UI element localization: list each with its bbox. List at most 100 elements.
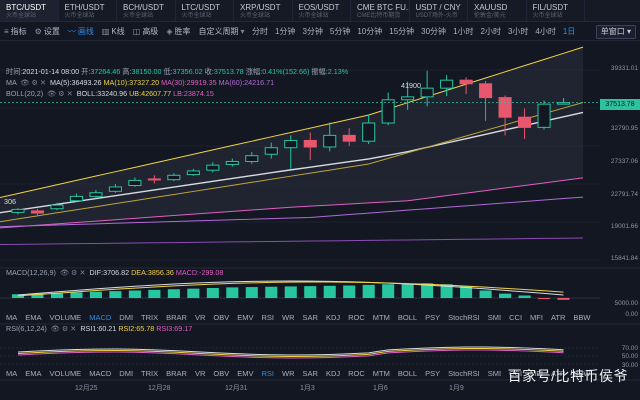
indicator-tab[interactable]: EMV xyxy=(233,369,257,378)
symbol-tab[interactable]: EOS/USDT 火币全球站 xyxy=(293,0,351,21)
symbol-tab[interactable]: CME BTC FU... CME比特币期货 xyxy=(351,0,410,21)
indicator-tab[interactable]: KDJ xyxy=(322,313,344,322)
symbol-tab[interactable]: BTC/USDT 火币全球站 xyxy=(0,0,59,21)
timeframe-tab[interactable]: 5分钟 xyxy=(326,23,353,41)
timeframe-tab[interactable]: 1日 xyxy=(559,23,578,41)
indicator-tab[interactable]: EMA xyxy=(21,313,45,322)
indicator-tab[interactable]: KDJ xyxy=(322,369,344,378)
symbol-tab[interactable]: XAUUSD 伦敦金/美元 xyxy=(468,0,527,21)
indicator-tab[interactable]: EMV xyxy=(233,313,257,322)
timeframe-tab[interactable]: 1小时 xyxy=(450,23,477,41)
symbol-tab[interactable]: BCH/USDT 火币全球站 xyxy=(117,0,176,21)
kline-button[interactable]: ▥ K线 xyxy=(98,23,129,41)
symbol-tab-name: CME BTC FU... xyxy=(357,3,410,12)
draw-line-button[interactable]: 〰画线 xyxy=(64,23,98,41)
indicator-tab[interactable]: MA xyxy=(2,313,21,322)
indicator-tab[interactable]: BOLL xyxy=(394,313,421,322)
indicator-tab[interactable]: MA xyxy=(2,369,21,378)
symbol-tab-exchange: 火币全球站 xyxy=(298,13,329,19)
timeframe-tab[interactable]: 3分钟 xyxy=(299,23,326,41)
indicator-tab[interactable]: BRAR xyxy=(162,369,191,378)
indicator-tab[interactable]: WR xyxy=(278,369,299,378)
settings-button[interactable]: ⚙ 设置 xyxy=(31,23,64,41)
indicator-tab[interactable]: BOLL xyxy=(394,369,421,378)
timeframe-tab[interactable]: 4小时 xyxy=(532,23,559,41)
candle-body xyxy=(459,79,473,85)
layout-select[interactable]: 单窗口 ▾ xyxy=(595,25,636,39)
indicator-tab[interactable]: CCI xyxy=(505,313,526,322)
symbol-tab[interactable]: XRP/USDT 火币全球站 xyxy=(234,0,293,21)
indicator-tab[interactable]: MFI xyxy=(526,313,547,322)
indicator-tab[interactable]: VR xyxy=(191,313,209,322)
timeframe-tab[interactable]: 15分钟 xyxy=(386,23,418,41)
symbol-tab[interactable]: FIL/USDT 火币全球站 xyxy=(527,0,585,21)
candle-body xyxy=(381,99,395,124)
indicator-tab[interactable]: MACD xyxy=(85,369,115,378)
indicator-tab[interactable]: VOLUME xyxy=(46,313,86,322)
indicator-tab[interactable]: EMA xyxy=(21,369,45,378)
indicator-tab[interactable]: MTM xyxy=(369,313,394,322)
indicator-tab[interactable]: VR xyxy=(191,369,209,378)
macd-bar xyxy=(167,289,180,298)
indicator-tab[interactable]: SMI xyxy=(484,313,505,322)
indicator-tab[interactable]: SAR xyxy=(299,369,322,378)
candle-body xyxy=(167,174,181,181)
indicator-tab[interactable]: DMI xyxy=(115,313,137,322)
indicator-tab[interactable]: StochRSI xyxy=(444,369,484,378)
symbol-tabs: BTC/USDT 火币全球站 ETH/USDT 火币全球站 BCH/USDT 火币全球站 L… xyxy=(0,0,640,22)
indicators-button[interactable]: ≡ 指标 xyxy=(0,23,31,41)
indicator-tabs-bottom: MA EMA VOLUME MACD DMI TRIX BRAR VR OBV EMV RSI WR S… xyxy=(2,369,595,378)
indicator-tab[interactable]: DMI xyxy=(115,369,137,378)
timeframe-tab[interactable]: 10分钟 xyxy=(354,23,386,41)
settings-icon: ⚙ xyxy=(34,27,42,36)
indicator-tab[interactable]: TRIX xyxy=(137,313,162,322)
indicator-tab[interactable]: MTM xyxy=(369,369,394,378)
indicator-tab[interactable]: StochRSI xyxy=(444,313,484,322)
macd-bar xyxy=(109,291,122,298)
symbol-tab[interactable]: ETH/USDT 火币全球站 xyxy=(59,0,117,21)
indicator-tab[interactable]: PSY xyxy=(421,369,444,378)
symbol-tab[interactable]: LTC/USDT 火币全球站 xyxy=(176,0,234,21)
symbol-tab-name: XAUUSD xyxy=(474,3,508,12)
indicator-tab[interactable]: OBV xyxy=(209,313,233,322)
boll-info: BOLL(20,2) 👁 ⚙ ✕ BOLL:33240.96 UB:42607.… xyxy=(6,89,214,98)
win-rate-button[interactable]: ◈ 胜率 xyxy=(162,23,194,41)
indicator-tab[interactable]: VOLUME xyxy=(46,369,86,378)
indicator-tab[interactable]: ATR xyxy=(547,313,569,322)
indicator-tab[interactable]: ROC xyxy=(344,369,369,378)
indicator-tab[interactable]: MACD xyxy=(85,313,115,322)
timeframe-tab[interactable]: 1分钟 xyxy=(271,23,298,41)
indicator-tab[interactable]: OBV xyxy=(209,369,233,378)
macd-bar xyxy=(323,285,336,298)
indicator-tab[interactable]: BBW xyxy=(569,313,594,322)
custom-period-button[interactable]: 自定义周期 ▾ xyxy=(194,23,248,41)
timeframe-tab[interactable]: 30分钟 xyxy=(418,23,450,41)
indicator-tab[interactable]: SAR xyxy=(299,313,322,322)
timeframe-tab[interactable]: 3小时 xyxy=(504,23,531,41)
indicator-tab[interactable]: RSI xyxy=(258,369,279,378)
chart-area[interactable]: 时间:2021-01-14 08:00 开:37264.46 高:38150.0… xyxy=(0,42,640,400)
symbol-tab[interactable]: USDT / CNY USDT场外-火币 xyxy=(410,0,468,21)
advanced-button[interactable]: ◫ 高级 xyxy=(129,23,163,41)
macd-tool-icons[interactable]: 👁 ⚙ ✕ xyxy=(60,268,86,277)
timeframe-tab[interactable]: 分时 xyxy=(248,23,271,41)
indicator-tab[interactable]: TRIX xyxy=(137,369,162,378)
ma-tool-icons[interactable]: 👁 ⚙ ✕ xyxy=(20,78,46,87)
macd-bar xyxy=(362,284,375,298)
rsi-axis-label: 50.00 xyxy=(621,353,638,360)
indicator-tab[interactable]: PSY xyxy=(421,313,444,322)
timeframe-tab[interactable]: 2小时 xyxy=(477,23,504,41)
rsi-tool-icons[interactable]: 👁 ⚙ ✕ xyxy=(51,324,77,333)
candle-body xyxy=(264,147,278,155)
macd-bar xyxy=(537,298,551,299)
indicator-tab[interactable]: SMI xyxy=(484,369,505,378)
indicator-tab[interactable]: RSI xyxy=(258,313,279,322)
draw-line-icon: 〰 xyxy=(67,27,76,36)
indicator-tab[interactable]: WR xyxy=(278,313,299,322)
candle-body xyxy=(147,178,161,181)
candle-body xyxy=(440,79,454,89)
indicator-tab[interactable]: ROC xyxy=(344,313,369,322)
indicator-tab[interactable]: BRAR xyxy=(162,313,191,322)
boll-tool-icons[interactable]: 👁 ⚙ ✕ xyxy=(47,89,73,98)
symbol-tab-exchange: 火币全球站 xyxy=(240,13,271,19)
